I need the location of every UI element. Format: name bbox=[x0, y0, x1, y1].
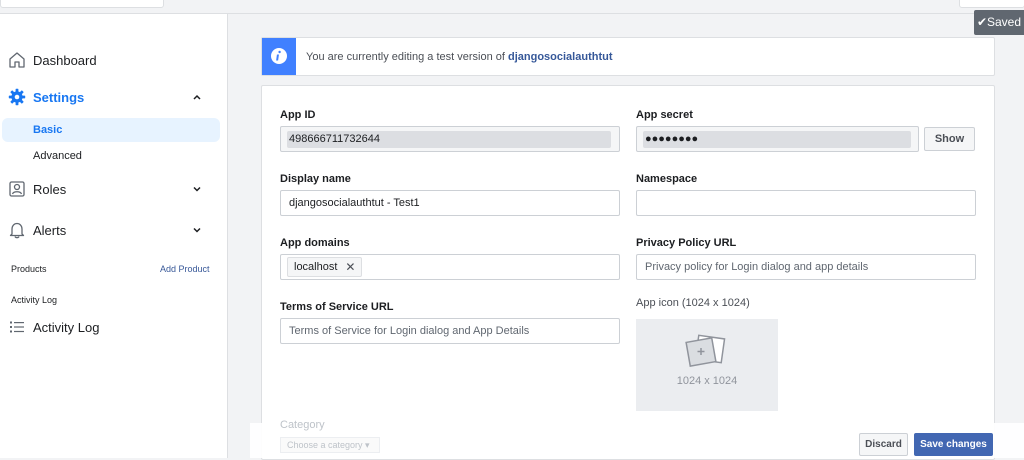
sidebar-subitem-label: Advanced bbox=[33, 150, 82, 162]
banner-text: You are currently editing a test version… bbox=[306, 51, 613, 63]
list-icon bbox=[10, 321, 24, 333]
bell-icon bbox=[9, 222, 25, 239]
sidebar-item-settings[interactable]: Settings bbox=[0, 84, 220, 110]
products-heading: Products bbox=[11, 264, 47, 274]
info-icon-box bbox=[262, 38, 296, 75]
remove-token-icon[interactable]: ✕ bbox=[345, 258, 355, 276]
category-label: Category bbox=[280, 419, 325, 431]
app-id-field[interactable]: 498666711732644 bbox=[280, 126, 620, 152]
person-icon bbox=[9, 181, 25, 197]
app-id-value: 498666711732644 bbox=[289, 133, 380, 145]
app-domains-label: App domains bbox=[280, 237, 350, 249]
sidebar-subitem-label: Basic bbox=[33, 124, 63, 136]
tos-url-label: Terms of Service URL bbox=[280, 301, 394, 313]
privacy-url-input[interactable]: Privacy policy for Login dialog and app … bbox=[636, 254, 976, 280]
sidebar: Dashboard Settings Basic Advanced Roles … bbox=[0, 14, 228, 458]
namespace-label: Namespace bbox=[636, 173, 698, 185]
chevron-down-icon[interactable] bbox=[191, 224, 203, 236]
sidebar-item-dashboard[interactable]: Dashboard bbox=[0, 47, 220, 73]
tos-url-input[interactable]: Terms of Service for Login dialog and Ap… bbox=[280, 318, 620, 344]
chevron-down-icon[interactable] bbox=[191, 183, 203, 195]
top-right-control[interactable] bbox=[959, 0, 1024, 8]
banner-app-name: djangosocialauthtut bbox=[508, 51, 613, 63]
test-version-banner: You are currently editing a test version… bbox=[261, 37, 995, 76]
app-icon-upload[interactable]: 1024 x 1024 bbox=[636, 319, 778, 411]
show-secret-button[interactable]: Show bbox=[924, 127, 975, 151]
image-placeholder-icon bbox=[685, 334, 726, 367]
chevron-up-icon[interactable] bbox=[191, 91, 203, 103]
domain-token: localhost ✕ bbox=[287, 257, 363, 277]
display-name-value: djangosocialauthtut - Test1 bbox=[289, 197, 420, 209]
domain-token-label: localhost bbox=[294, 261, 338, 273]
namespace-input[interactable] bbox=[636, 190, 976, 216]
sidebar-item-label: Settings bbox=[33, 90, 85, 105]
app-domains-input[interactable]: localhost ✕ bbox=[280, 254, 620, 280]
saved-toast: ✔Saved bbox=[974, 10, 1024, 35]
app-icon-label: App icon (1024 x 1024) bbox=[636, 297, 750, 309]
banner-prefix: You are currently editing a test version… bbox=[306, 51, 508, 63]
activity-log-heading: Activity Log bbox=[11, 295, 58, 305]
sidebar-item-label: Roles bbox=[33, 182, 67, 197]
app-secret-field[interactable]: ●●●●●●●● bbox=[636, 126, 919, 152]
sidebar-item-label: Dashboard bbox=[33, 53, 97, 68]
app-secret-value: ●●●●●●●● bbox=[645, 133, 699, 145]
save-changes-button[interactable]: Save changes bbox=[914, 433, 993, 456]
sidebar-subitem-advanced[interactable]: Advanced bbox=[2, 144, 220, 168]
sidebar-item-alerts[interactable]: Alerts bbox=[0, 217, 220, 243]
sidebar-item-label: Alerts bbox=[33, 223, 67, 238]
sidebar-subitem-basic[interactable]: Basic bbox=[2, 118, 220, 142]
gear-icon bbox=[8, 88, 26, 106]
privacy-url-placeholder: Privacy policy for Login dialog and app … bbox=[645, 261, 869, 273]
sidebar-item-roles[interactable]: Roles bbox=[0, 176, 220, 202]
app-secret-label: App secret bbox=[636, 109, 693, 121]
category-select[interactable]: Choose a category ▾ bbox=[280, 437, 380, 453]
top-bar bbox=[0, 0, 1024, 14]
display-name-label: Display name bbox=[280, 173, 351, 185]
home-icon bbox=[9, 52, 25, 68]
add-product-link[interactable]: Add Product bbox=[160, 264, 210, 274]
discard-button[interactable]: Discard bbox=[859, 433, 908, 456]
sidebar-item-activity-log[interactable]: Activity Log bbox=[0, 314, 220, 340]
display-name-input[interactable]: djangosocialauthtut - Test1 bbox=[280, 190, 620, 216]
basic-settings-card: App ID 498666711732644 App secret ●●●●●●… bbox=[261, 85, 995, 460]
tos-url-placeholder: Terms of Service for Login dialog and Ap… bbox=[289, 325, 530, 337]
top-search-box[interactable] bbox=[0, 0, 164, 8]
sidebar-item-label: Activity Log bbox=[33, 320, 100, 335]
app-icon-dimensions: 1024 x 1024 bbox=[676, 375, 738, 387]
app-id-label: App ID bbox=[280, 109, 316, 121]
privacy-url-label: Privacy Policy URL bbox=[636, 237, 737, 249]
info-icon bbox=[271, 48, 287, 64]
